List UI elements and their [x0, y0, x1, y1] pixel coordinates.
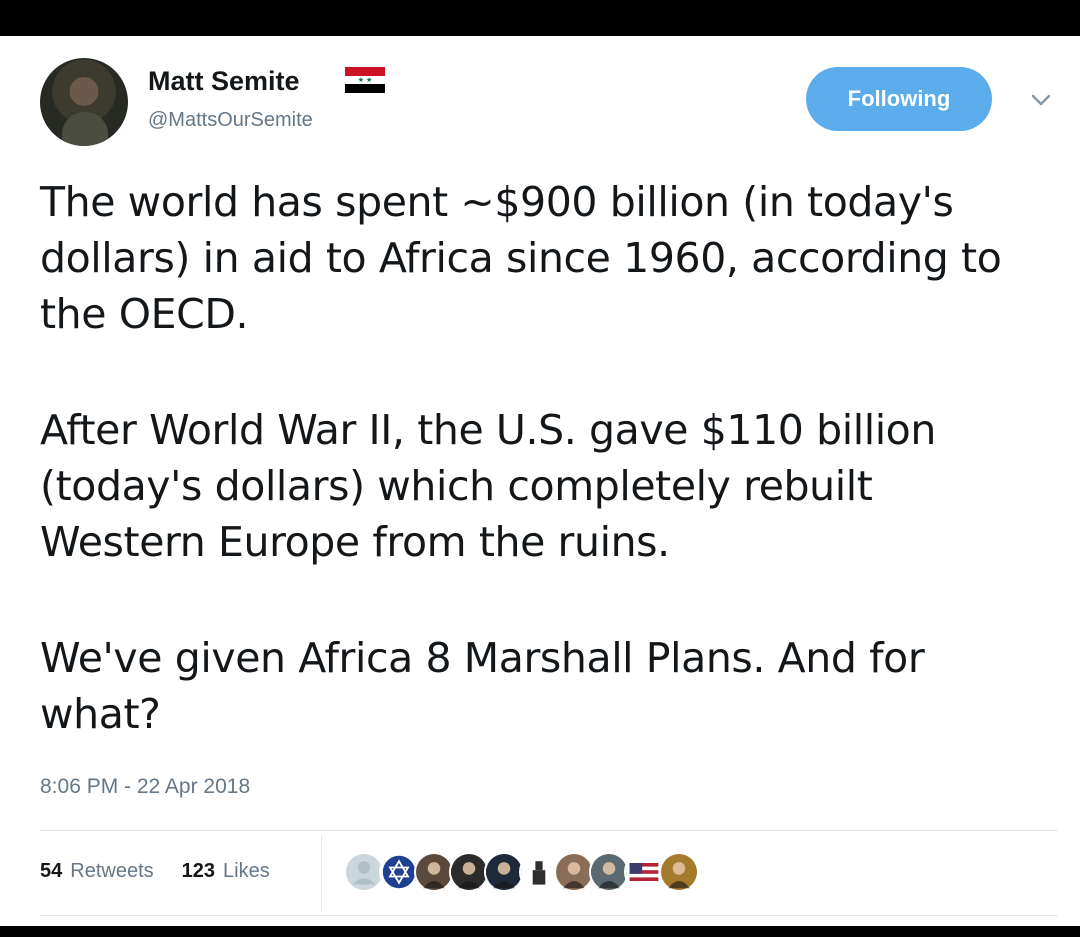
flag-avatar-icon[interactable] [624, 852, 664, 892]
like-label[interactable]: Likes [223, 860, 270, 883]
bottom-black-border [0, 926, 1080, 937]
liker-avatars [344, 852, 699, 892]
divider [40, 915, 1058, 916]
like-count[interactable]: 123 [182, 860, 215, 883]
tweet-paragraph: We've given Africa 8 Marshall Plans. And… [40, 634, 925, 738]
default-avatar-icon[interactable] [344, 852, 384, 892]
portrait-avatar-icon[interactable] [659, 852, 699, 892]
chevron-down-icon[interactable] [1028, 90, 1054, 110]
author-avatar[interactable] [40, 58, 128, 146]
portrait-avatar-icon[interactable] [484, 852, 524, 892]
engagement-stats: 54 Retweets 123 Likes [40, 860, 270, 883]
portrait-avatar-icon[interactable] [449, 852, 489, 892]
tweet-timestamp[interactable]: 8:06 PM - 22 Apr 2018 [40, 775, 250, 799]
divider [40, 830, 1058, 831]
author-handle[interactable]: @MattsOurSemite [148, 109, 313, 132]
tweet-card: Matt Semite ★ ★ @MattsOurSemite Followin… [0, 36, 1080, 926]
stats-separator [321, 836, 322, 912]
tweet-paragraph: The world has spent ~$900 billion (in to… [40, 178, 1002, 338]
retweet-count[interactable]: 54 [40, 860, 62, 883]
top-black-border [0, 0, 1080, 36]
author-name[interactable]: Matt Semite [148, 66, 300, 97]
tweet-paragraph: After World War II, the U.S. gave $110 b… [40, 406, 936, 566]
star-of-david-avatar-icon[interactable] [379, 852, 419, 892]
portrait-avatar-icon[interactable] [554, 852, 594, 892]
syria-flag-icon: ★ ★ [345, 67, 385, 94]
portrait-avatar-icon[interactable] [589, 852, 629, 892]
following-button[interactable]: Following [806, 67, 992, 131]
tweet-text: The world has spent ~$900 billion (in to… [40, 174, 1050, 742]
portrait-avatar-icon[interactable] [414, 852, 454, 892]
retweet-label[interactable]: Retweets [70, 860, 153, 883]
statue-avatar-icon[interactable] [519, 852, 559, 892]
